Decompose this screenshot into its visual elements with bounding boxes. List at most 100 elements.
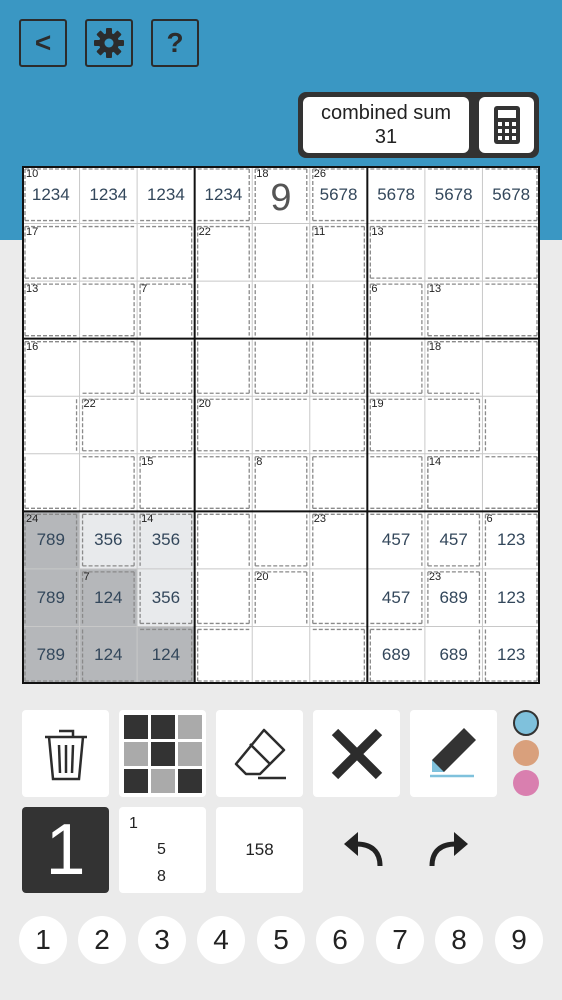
board-cell[interactable]: 123 <box>482 626 540 684</box>
board-cell[interactable]: 689 <box>425 569 483 627</box>
mode-center-marks[interactable]: 158 <box>216 807 303 893</box>
board-cell[interactable]: 356 <box>137 511 195 569</box>
number-button-6[interactable]: 6 <box>316 916 364 964</box>
board-cell[interactable] <box>252 569 310 627</box>
board-cell[interactable] <box>252 224 310 282</box>
board-cell[interactable] <box>22 339 80 397</box>
board-cell[interactable]: 457 <box>367 511 425 569</box>
board-cell[interactable] <box>137 454 195 512</box>
number-button-8[interactable]: 8 <box>435 916 483 964</box>
board-cell[interactable] <box>482 396 540 454</box>
board-cell[interactable] <box>252 511 310 569</box>
board-cell[interactable] <box>425 396 483 454</box>
board-cell[interactable] <box>310 511 368 569</box>
pen-button[interactable] <box>410 710 497 797</box>
board-cell[interactable] <box>367 396 425 454</box>
board-cell[interactable] <box>195 339 253 397</box>
number-button-1[interactable]: 1 <box>19 916 67 964</box>
board-cell[interactable] <box>252 626 310 684</box>
board-cell[interactable] <box>137 281 195 339</box>
number-button-4[interactable]: 4 <box>197 916 245 964</box>
back-button[interactable]: < <box>19 19 67 67</box>
color-dot-orange[interactable] <box>513 740 539 766</box>
color-dot-blue[interactable] <box>513 710 539 736</box>
board-cell[interactable] <box>137 339 195 397</box>
board-cell[interactable] <box>80 396 138 454</box>
number-button-3[interactable]: 3 <box>138 916 186 964</box>
calculator-button[interactable] <box>479 97 534 153</box>
pattern-button[interactable] <box>119 710 206 797</box>
board-cell[interactable] <box>195 224 253 282</box>
eraser-button[interactable] <box>216 710 303 797</box>
board-cell[interactable] <box>310 454 368 512</box>
board-cell[interactable]: 5678 <box>367 166 425 224</box>
board-cell[interactable] <box>310 224 368 282</box>
board-cell[interactable]: 123 <box>482 569 540 627</box>
board-cell[interactable] <box>367 339 425 397</box>
board-cell[interactable]: 457 <box>425 511 483 569</box>
board-cell[interactable] <box>425 339 483 397</box>
board-cell[interactable]: 1234 <box>22 166 80 224</box>
board-cell[interactable] <box>22 224 80 282</box>
delete-button[interactable] <box>22 710 109 797</box>
board-cell[interactable]: 356 <box>137 569 195 627</box>
board-cell[interactable] <box>482 339 540 397</box>
board-cell[interactable]: 1234 <box>137 166 195 224</box>
board-cell[interactable]: 124 <box>137 626 195 684</box>
cross-button[interactable] <box>313 710 400 797</box>
board-cell[interactable]: 689 <box>425 626 483 684</box>
board-cell[interactable]: 457 <box>367 569 425 627</box>
board-cell[interactable] <box>310 396 368 454</box>
board-cell[interactable] <box>80 339 138 397</box>
board-cell[interactable] <box>22 454 80 512</box>
board-cell[interactable]: 124 <box>80 626 138 684</box>
mode-corner-marks[interactable]: 1 5 8 <box>119 807 206 893</box>
board-cell[interactable] <box>195 454 253 512</box>
number-button-2[interactable]: 2 <box>78 916 126 964</box>
board-cell[interactable] <box>425 281 483 339</box>
settings-button[interactable] <box>85 19 133 67</box>
board-cell[interactable]: 5678 <box>425 166 483 224</box>
help-button[interactable]: ? <box>151 19 199 67</box>
board-cell[interactable] <box>310 339 368 397</box>
board-cell[interactable] <box>80 454 138 512</box>
board-cell[interactable] <box>310 626 368 684</box>
board-cell[interactable]: 9 <box>252 166 310 224</box>
board-cell[interactable] <box>310 281 368 339</box>
board-cell[interactable] <box>195 569 253 627</box>
board-cell[interactable]: 5678 <box>482 166 540 224</box>
board-cell[interactable] <box>482 224 540 282</box>
board-cell[interactable]: 689 <box>367 626 425 684</box>
board-cell[interactable] <box>80 281 138 339</box>
board-cell[interactable] <box>22 396 80 454</box>
board-cell[interactable] <box>252 396 310 454</box>
board-cell[interactable] <box>137 224 195 282</box>
board-cell[interactable]: 1234 <box>80 166 138 224</box>
undo-button[interactable] <box>338 826 388 876</box>
board-cell[interactable]: 124 <box>80 569 138 627</box>
board-cell[interactable] <box>195 511 253 569</box>
board-cell[interactable]: 789 <box>22 511 80 569</box>
board-cell[interactable] <box>195 396 253 454</box>
board-cell[interactable] <box>195 626 253 684</box>
board-cell[interactable] <box>482 454 540 512</box>
mode-big-digit[interactable]: 1 <box>22 807 109 893</box>
board-cell[interactable]: 1234 <box>195 166 253 224</box>
redo-button[interactable] <box>424 826 474 876</box>
board-cell[interactable] <box>195 281 253 339</box>
board-cell[interactable] <box>137 396 195 454</box>
board-cell[interactable] <box>252 339 310 397</box>
board-cell[interactable]: 123 <box>482 511 540 569</box>
board-cell[interactable] <box>482 281 540 339</box>
board-cell[interactable]: 789 <box>22 569 80 627</box>
board-cell[interactable] <box>310 569 368 627</box>
number-button-5[interactable]: 5 <box>257 916 305 964</box>
board-cell[interactable] <box>22 281 80 339</box>
board-cell[interactable] <box>252 281 310 339</box>
board-cell[interactable] <box>367 281 425 339</box>
board-cell[interactable]: 5678 <box>310 166 368 224</box>
board-cell[interactable] <box>367 454 425 512</box>
board-cell[interactable] <box>425 224 483 282</box>
board-cell[interactable] <box>80 224 138 282</box>
number-button-7[interactable]: 7 <box>376 916 424 964</box>
